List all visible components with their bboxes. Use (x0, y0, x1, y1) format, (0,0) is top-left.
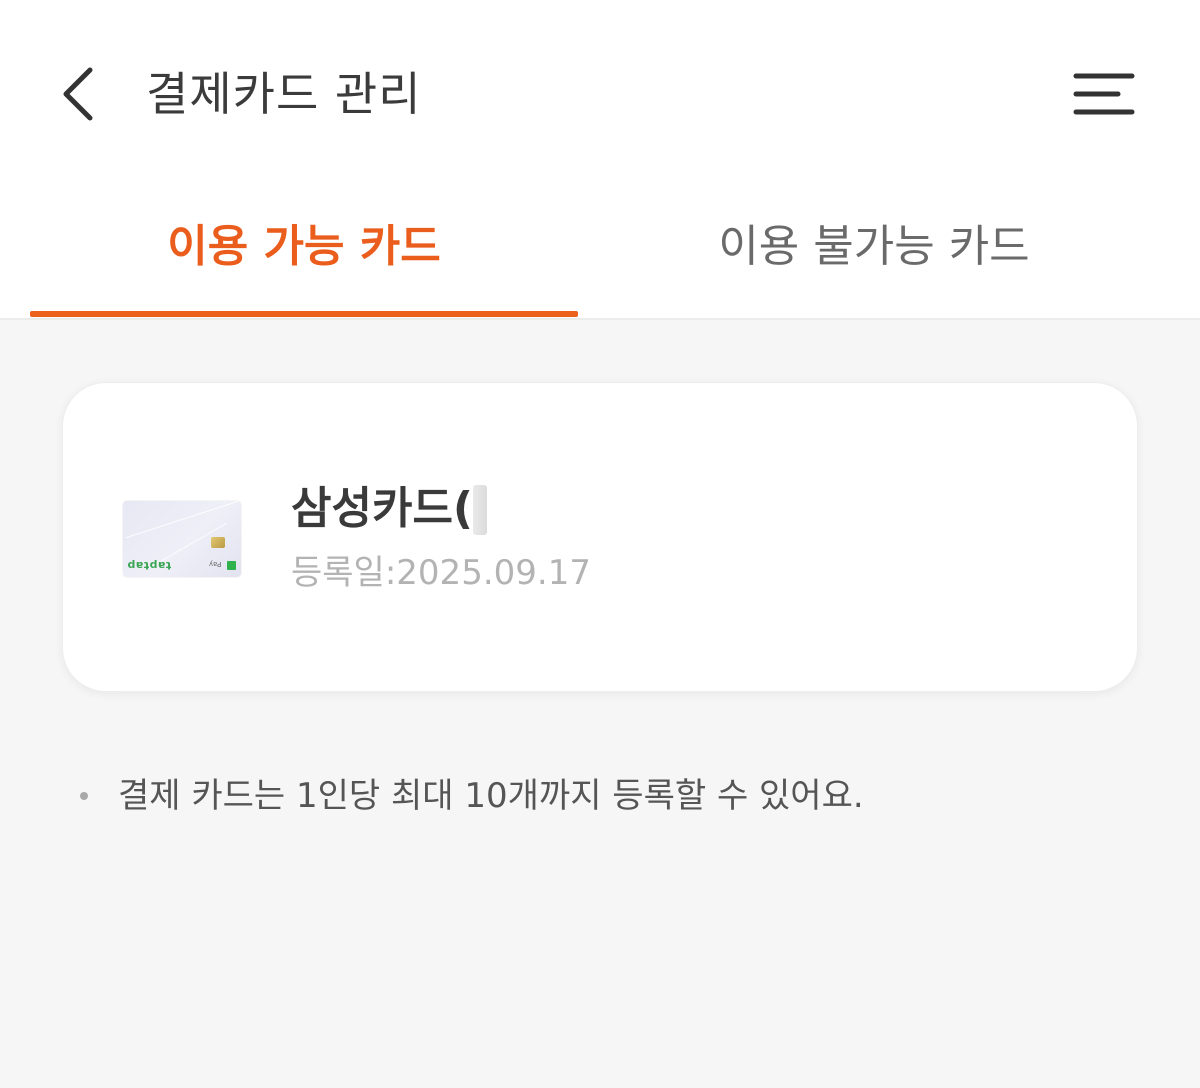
chevron-left-icon (63, 67, 93, 121)
pay-logo-icon (227, 561, 236, 570)
top-bar: 결제카드 관리 이용 가능 카드 이용 불가능 카드 (0, 0, 1200, 320)
card-brand-logo: taptap (127, 559, 172, 572)
active-tab-indicator (30, 311, 578, 317)
menu-button[interactable] (1066, 66, 1142, 122)
notice-text: 결제 카드는 1인당 최대 10개까지 등록할 수 있어요. (118, 776, 864, 816)
card-list-item[interactable]: taptap Pay 삼성카드( 등록일:2025.09.17 (62, 382, 1138, 692)
card-chip-icon (211, 537, 225, 548)
tab-available-cards[interactable]: 이용 가능 카드 (30, 212, 578, 282)
card-name: 삼성카드( (291, 483, 474, 534)
card-number-mask (473, 485, 487, 535)
page-title: 결제카드 관리 (146, 67, 422, 121)
card-limit-notice: 결제 카드는 1인당 최대 10개까지 등록할 수 있어요. (80, 770, 864, 822)
payment-card-management-screen: 결제카드 관리 이용 가능 카드 이용 불가능 카드 taptap Pay 삼성… (0, 0, 1200, 1088)
card-thumbnail: taptap Pay (123, 501, 241, 577)
card-registered-date: 등록일:2025.09.17 (291, 553, 591, 593)
back-button[interactable] (52, 62, 104, 126)
tab-unavailable-cards[interactable]: 이용 불가능 카드 (578, 212, 1170, 282)
hamburger-menu-icon (1073, 73, 1135, 115)
card-pay-label: Pay (209, 560, 222, 568)
bullet-icon (80, 792, 88, 800)
